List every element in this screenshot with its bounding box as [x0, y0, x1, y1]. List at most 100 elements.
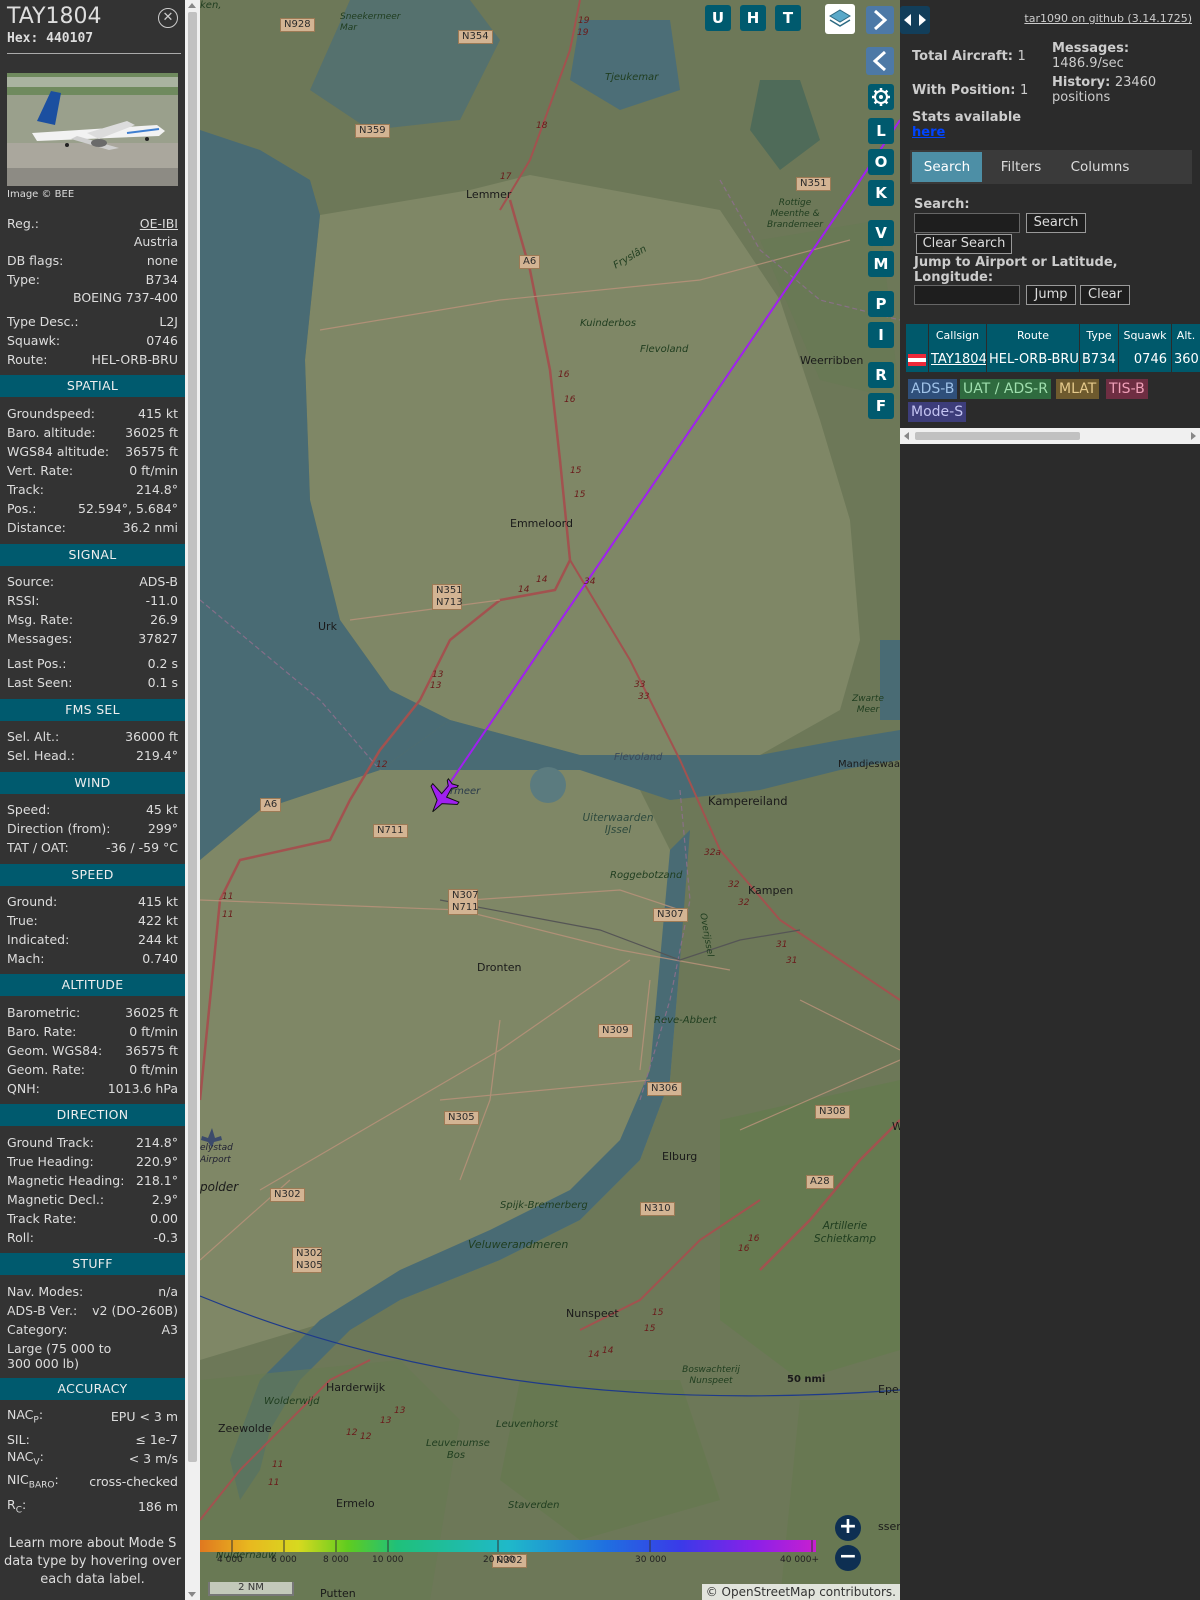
osm-link[interactable]: OpenStreetMap — [722, 1585, 816, 1599]
button-f[interactable]: F — [868, 393, 894, 419]
button-p[interactable]: P — [868, 291, 894, 317]
scroll-left-icon[interactable] — [904, 432, 909, 440]
road-number: N309 — [598, 1024, 633, 1038]
button-o[interactable]: O — [868, 149, 894, 175]
legend-mlat: MLAT — [1056, 379, 1100, 399]
zoom-out-button[interactable]: − — [835, 1545, 861, 1571]
button-t[interactable]: T — [775, 5, 801, 31]
road-number: N306 — [647, 1082, 682, 1096]
info-row: Sel. Alt.: 36000 ft — [7, 727, 178, 745]
table-header[interactable]: Squawk — [1119, 324, 1171, 348]
route-number: 32a — [704, 848, 721, 858]
button-i[interactable]: I — [868, 322, 894, 348]
info-row: Geom. WGS84: 36575 ft — [7, 1041, 178, 1059]
info-label: Pos.: — [7, 500, 37, 516]
legend-uat: UAT / ADS-R — [960, 379, 1051, 399]
road-number: N351 — [796, 177, 831, 191]
info-row: True Heading: 220.9° — [7, 1152, 178, 1170]
search-button[interactable]: Search — [1026, 213, 1086, 233]
table-scrollbar[interactable] — [900, 428, 1200, 444]
nature-label: Boswachterij Nunspeet — [682, 1365, 740, 1386]
info-label: Geom. Rate: — [7, 1061, 86, 1077]
arrows-left-right-icon[interactable] — [900, 6, 930, 34]
button-r[interactable]: R — [868, 362, 894, 388]
scrollbar-thumb[interactable] — [188, 12, 197, 1462]
tab-filters[interactable]: Filters — [986, 152, 1056, 182]
scroll-down-icon[interactable] — [188, 1592, 196, 1597]
nature-label: Roggebotzand — [610, 870, 683, 881]
button-m[interactable]: M — [868, 251, 894, 277]
button-u[interactable]: U — [705, 5, 731, 31]
jump-input[interactable] — [914, 285, 1020, 305]
scroll-right-icon[interactable] — [1191, 432, 1196, 440]
button-k[interactable]: K — [868, 180, 894, 206]
flag-austria-icon — [906, 348, 928, 372]
table-header[interactable]: Callsign — [929, 324, 986, 348]
info-label: WGS84 altitude: — [7, 443, 110, 459]
info-label: Indicated: — [7, 931, 70, 947]
github-link[interactable]: tar1090 on github (3.14.1725) — [1024, 12, 1192, 25]
search-input[interactable] — [914, 213, 1020, 233]
sidebar: tar1090 on github (3.14.1725) Total Airc… — [900, 0, 1200, 1600]
squawk-value: 0746 — [146, 332, 178, 348]
map-label: Flevoland — [640, 344, 689, 355]
map-label: Mandjeswaard — [838, 759, 900, 770]
info-row: Baro. Rate: 0 ft/min — [7, 1022, 178, 1040]
nature-label: Veluwerandmeren — [468, 1238, 569, 1251]
route-number: 12 — [376, 760, 388, 770]
nacv-row: NACV: < 3 m/s — [7, 1449, 178, 1468]
nature-label: Flevoland — [614, 752, 663, 763]
table-cell-altitude: 360 — [1172, 348, 1200, 372]
route-number: 13 — [394, 1406, 406, 1416]
jump-button[interactable]: Jump — [1026, 285, 1076, 305]
table-cell-callsign[interactable]: TAY1804 — [929, 348, 986, 372]
clear-button[interactable]: Clear — [1080, 285, 1130, 305]
route-label: Route: — [7, 351, 48, 367]
rc-value: 186 m — [137, 1498, 178, 1514]
info-label: Ground: — [7, 893, 58, 909]
nicbaro-value: cross-checked — [89, 1473, 178, 1489]
info-row: Baro. altitude: 36025 ft — [7, 423, 178, 441]
tab-columns[interactable]: Columns — [1060, 152, 1140, 182]
tab-search[interactable]: Search — [912, 152, 982, 182]
nacp-label: NACP: — [7, 1406, 44, 1426]
route-number: 18 — [536, 121, 548, 131]
route-number: 11 — [272, 1460, 284, 1470]
chevron-right-icon[interactable] — [866, 6, 894, 34]
map-label: Emmeloord — [510, 517, 573, 530]
table-header[interactable]: Alt. — [1172, 324, 1200, 348]
nature-label: rmeer — [450, 786, 481, 797]
info-label: Baro. Rate: — [7, 1023, 77, 1039]
info-panel-scrollbar[interactable] — [185, 0, 200, 1600]
route-number: 17 — [500, 172, 512, 182]
stats-link[interactable]: here — [912, 125, 945, 140]
nature-label: Rottige Meenthe & Brandemeer — [767, 198, 823, 230]
reg-row: Reg.: OE-IBI — [7, 214, 178, 232]
button-v[interactable]: V — [868, 220, 894, 246]
info-row: Last Seen: 0.1 s — [7, 673, 178, 691]
road-number: A6 — [260, 798, 282, 812]
zoom-in-button[interactable]: + — [835, 1515, 861, 1541]
close-icon[interactable]: ✕ — [158, 8, 178, 28]
layers-icon[interactable] — [825, 4, 855, 34]
reg-link[interactable]: OE-IBI — [140, 216, 178, 231]
aircraft-photo[interactable] — [7, 73, 178, 186]
info-row: Indicated: 244 kt — [7, 930, 178, 948]
info-row: WGS84 altitude: 36575 ft — [7, 442, 178, 460]
button-l[interactable]: L — [868, 118, 894, 144]
with-position: With Position: 1 — [912, 83, 1029, 98]
table-header[interactable]: Type — [1080, 324, 1118, 348]
table-header[interactable]: Route — [987, 324, 1079, 348]
button-h[interactable]: H — [740, 5, 766, 31]
scrollbar-thumb[interactable] — [915, 432, 1080, 440]
chevron-left-icon[interactable] — [866, 47, 894, 75]
scroll-up-icon[interactable] — [188, 3, 196, 8]
info-value: 26.9 — [150, 611, 178, 627]
map[interactable]: Lemmer Emmeloord Urk Flevoland Kampereil… — [200, 0, 900, 1600]
info-value: 422 kt — [138, 912, 178, 928]
route-number: 16 — [558, 370, 570, 380]
info-row: QNH: 1013.6 hPa — [7, 1079, 178, 1097]
gear-icon[interactable] — [868, 84, 894, 110]
route-number: 33 — [638, 692, 650, 702]
clear-search-button[interactable]: Clear Search — [916, 234, 1012, 254]
